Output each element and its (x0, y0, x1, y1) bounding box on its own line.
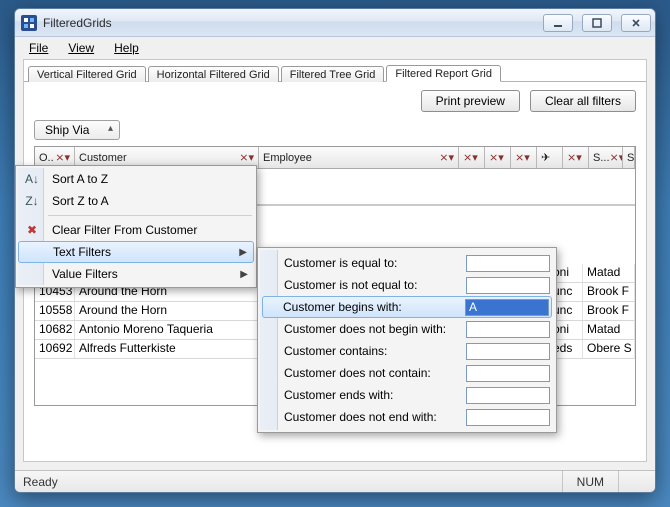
maximize-button[interactable] (582, 14, 612, 32)
menu-file[interactable]: File (21, 39, 56, 57)
filter-begins-with-input[interactable] (465, 299, 549, 316)
submenu-arrow-icon: ▶ (240, 269, 248, 280)
groupby-shipvia[interactable]: Ship Via (34, 120, 120, 140)
menu-text-filters[interactable]: Text Filters ▶ (18, 241, 254, 263)
sort-asc-icon: A↓ (24, 171, 40, 187)
titlebar[interactable]: FilteredGrids (15, 9, 655, 37)
toolbar: Print preview Clear all filters (24, 82, 646, 118)
status-grip (618, 471, 647, 492)
minimize-button[interactable] (543, 14, 573, 32)
menubar: File View Help (15, 37, 655, 59)
col-employee[interactable]: Employee⨯▾ (259, 147, 459, 168)
menu-value-filters[interactable]: Value Filters ▶ (18, 263, 254, 285)
text-filters-submenu: Customer is equal to: Customer is not eq… (257, 247, 557, 433)
app-window: FilteredGrids File View Help Vertical Fi… (14, 8, 656, 493)
col-narrow[interactable]: ⨯▾ (511, 147, 537, 168)
filter-contains-input[interactable] (466, 343, 550, 360)
menu-sort-az[interactable]: A↓ Sort A to Z (18, 168, 254, 190)
filter-not-begins-with[interactable]: Customer does not begin with: (264, 318, 550, 340)
statusbar: Ready NUM (15, 470, 655, 492)
menu-view[interactable]: View (60, 39, 102, 57)
col-narrow[interactable]: ✈ (537, 147, 563, 168)
menu-sort-za[interactable]: Z↓ Sort Z to A (18, 190, 254, 212)
filter-not-equal-input[interactable] (466, 277, 550, 294)
filter-not-begins-with-input[interactable] (466, 321, 550, 338)
menu-clear-filter[interactable]: ✖ Clear Filter From Customer (18, 219, 254, 241)
filter-ends-with[interactable]: Customer ends with: (264, 384, 550, 406)
app-icon (21, 15, 37, 31)
tabstrip: Vertical Filtered Grid Horizontal Filter… (24, 60, 646, 82)
close-button[interactable] (621, 14, 651, 32)
clear-filter-icon: ✖ (24, 222, 40, 238)
col-ship2[interactable]: S...⨯▾ (623, 147, 635, 168)
col-narrow[interactable]: ⨯▾ (459, 147, 485, 168)
groupby-label: Ship Via (45, 123, 89, 137)
tab-vertical[interactable]: Vertical Filtered Grid (28, 66, 146, 82)
filter-not-ends-with-input[interactable] (466, 409, 550, 426)
filter-not-contains-input[interactable] (466, 365, 550, 382)
filter-not-equal[interactable]: Customer is not equal to: (264, 274, 550, 296)
window-title: FilteredGrids (43, 16, 112, 30)
print-preview-button[interactable]: Print preview (421, 90, 520, 112)
clear-all-filters-button[interactable]: Clear all filters (530, 90, 636, 112)
filter-not-ends-with[interactable]: Customer does not end with: (264, 406, 550, 428)
menu-help[interactable]: Help (106, 39, 147, 57)
filter-icon[interactable]: ⨯▾ (55, 151, 70, 164)
filter-equal[interactable]: Customer is equal to: (264, 252, 550, 274)
filter-ends-with-input[interactable] (466, 387, 550, 404)
column-context-menu: A↓ Sort A to Z Z↓ Sort Z to A ✖ Clear Fi… (15, 165, 257, 288)
status-ready: Ready (23, 475, 58, 489)
col-ship1[interactable]: S...⨯▾ (589, 147, 623, 168)
filter-icon[interactable]: ⨯▾ (239, 151, 254, 164)
filter-not-contains[interactable]: Customer does not contain: (264, 362, 550, 384)
sort-desc-icon: Z↓ (24, 193, 40, 209)
tab-horizontal[interactable]: Horizontal Filtered Grid (148, 66, 279, 82)
col-narrow[interactable]: ⨯▾ (563, 147, 589, 168)
status-num: NUM (562, 471, 618, 492)
filter-icon[interactable]: ⨯▾ (439, 151, 454, 164)
tab-tree[interactable]: Filtered Tree Grid (281, 66, 385, 82)
filter-begins-with[interactable]: Customer begins with: (262, 296, 552, 318)
filter-contains[interactable]: Customer contains: (264, 340, 550, 362)
submenu-arrow-icon: ▶ (239, 247, 247, 258)
tab-report[interactable]: Filtered Report Grid (386, 65, 501, 82)
filter-equal-input[interactable] (466, 255, 550, 272)
col-narrow[interactable]: ⨯▾ (485, 147, 511, 168)
